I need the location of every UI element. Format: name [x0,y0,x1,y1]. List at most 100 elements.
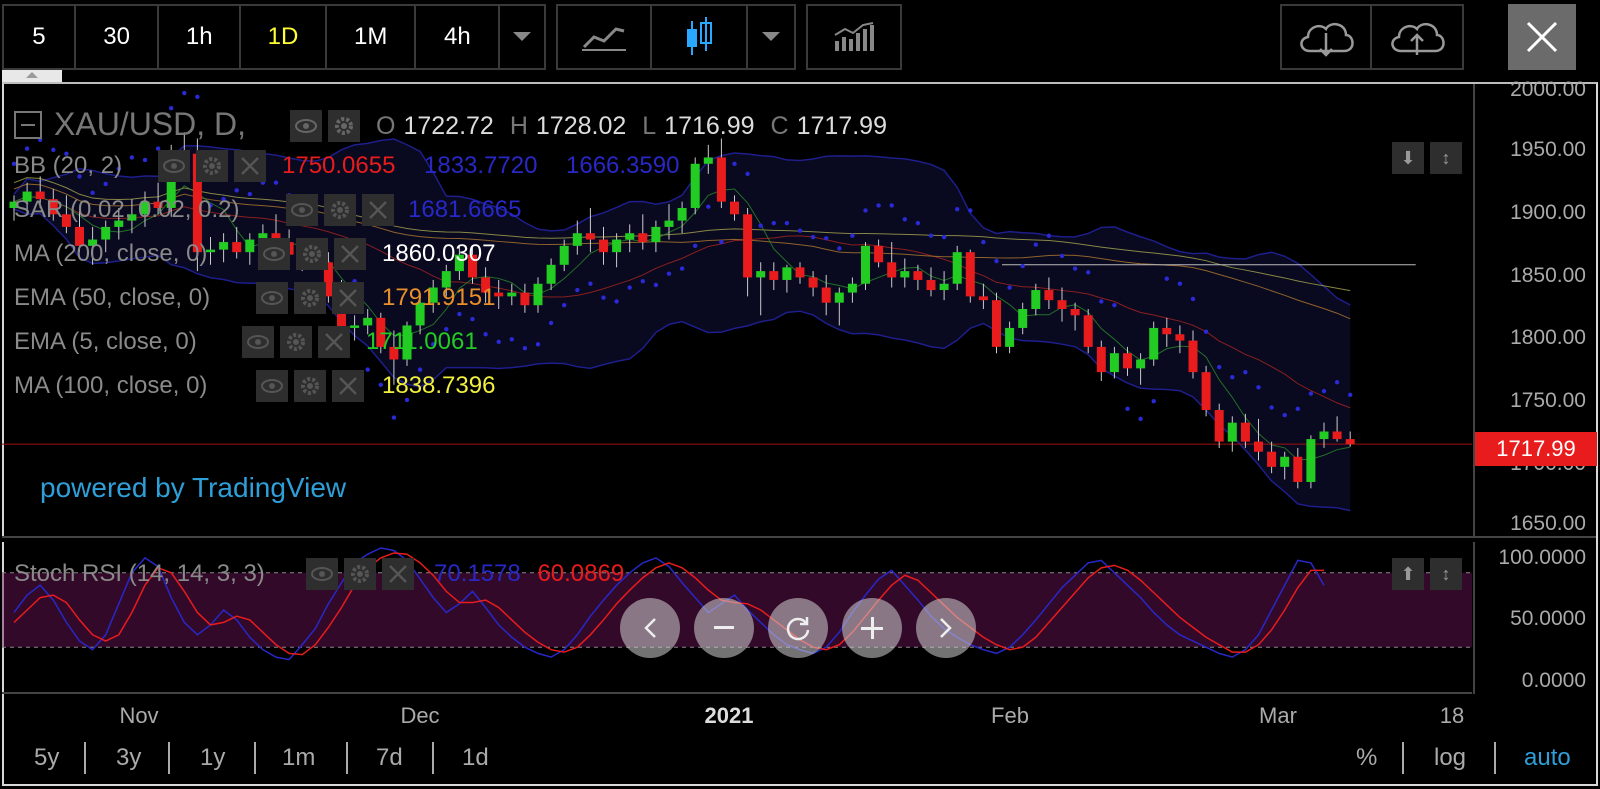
visibility-eye-icon[interactable] [256,370,288,402]
settings-gear-icon[interactable] [328,110,360,142]
sar-dot [614,299,619,304]
range-1d-button[interactable]: 1d [462,744,489,772]
reset-zoom-button[interactable] [768,598,828,658]
cloud-button-group [1280,4,1464,70]
candle-body [101,226,111,240]
sar-dot [1348,392,1353,398]
remove-x-icon[interactable] [334,238,366,270]
zoom-in-button[interactable] [842,598,902,658]
settings-gear-icon[interactable] [294,370,326,402]
cloud-download-button[interactable] [1282,6,1372,68]
interval-30-button[interactable]: 30 [76,6,160,68]
sar-dot [627,285,632,290]
visibility-eye-icon[interactable] [286,194,318,226]
sar-dot [1256,385,1261,390]
sar-dot [90,190,95,196]
indicator-legend: SAR (0.02, 0.02, 0.2) [14,196,239,224]
close-button[interactable] [1508,4,1576,70]
candle-body [978,296,988,301]
interval-5-button[interactable]: 5 [4,6,76,68]
price-tick-label: 2000.00 [1510,78,1586,101]
remove-x-icon[interactable] [332,370,364,402]
candle-body [1293,456,1303,483]
remove-x-icon[interactable] [382,558,414,590]
candle-body [730,201,739,215]
chevron-down-icon [762,32,780,41]
sar-dot [1308,391,1314,396]
open-value: 1722.72 [403,112,494,140]
candle-body [1096,346,1106,373]
sar-dot [575,287,580,293]
scroll-left-button[interactable] [620,598,680,658]
candle-body [834,292,844,303]
visibility-eye-icon[interactable] [256,282,288,314]
stoch-d-value: 60.0869 [537,560,625,587]
candle-body [559,245,569,265]
x-tick-label: 18 [1439,703,1465,728]
visibility-eye-icon[interactable] [290,110,322,142]
expand-vertical-icon[interactable]: ↕ [1430,142,1462,174]
interval-1h-button[interactable]: 1h [159,6,242,68]
candle-body [1070,309,1080,316]
expand-vertical-icon[interactable]: ↕ [1430,558,1462,590]
price-axis-divider [1473,84,1475,694]
visibility-eye-icon[interactable] [242,326,274,358]
auto-scale-button[interactable]: auto [1524,744,1571,772]
sar-dot [955,207,960,212]
sar-dot [653,282,659,288]
interval-1m-button[interactable]: 1M [327,6,417,68]
range-1m-button[interactable]: 1m [282,744,315,772]
sar-dot [876,203,881,208]
candle-body [808,277,818,288]
remove-x-icon[interactable] [318,326,350,358]
range-5y-button[interactable]: 5y [34,744,59,772]
chevron-left-icon [644,618,656,638]
visibility-eye-icon[interactable] [306,558,338,590]
candle [992,292,1001,354]
settings-gear-icon[interactable] [344,558,376,590]
percent-scale-button[interactable]: % [1356,744,1377,772]
interval-1d-button[interactable]: 1D [241,6,327,68]
interval-dropdown-button[interactable] [500,6,544,68]
x-axis-line [2,692,1472,694]
candle-body [795,267,805,278]
chart-type-dropdown-button[interactable] [748,6,794,68]
visibility-eye-icon[interactable] [258,238,290,270]
remove-x-icon[interactable] [362,194,394,226]
range-3y-button[interactable]: 3y [116,744,141,772]
sar-dot [129,155,135,160]
arrow-down-icon[interactable]: ⬇ [1392,142,1424,174]
sar-dot [1164,276,1170,281]
toolbar-collapse-tab[interactable] [2,70,62,82]
interval-4h-button[interactable]: 4h [416,6,501,68]
candlestick-chart-button[interactable] [652,6,748,68]
high-key: H [509,112,528,140]
indicators-button[interactable] [808,6,900,68]
settings-gear-icon[interactable] [294,282,326,314]
remove-x-icon[interactable] [234,150,266,182]
settings-gear-icon[interactable] [324,194,356,226]
settings-gear-icon[interactable] [280,326,312,358]
remove-x-icon[interactable] [332,282,364,314]
collapse-legend-icon[interactable] [14,110,42,139]
range-1y-button[interactable]: 1y [200,744,225,772]
range-7d-button[interactable]: 7d [376,744,403,772]
candle-body [494,292,504,297]
log-scale-button[interactable]: log [1434,744,1466,772]
candle-body [363,317,373,326]
settings-gear-icon[interactable] [296,238,328,270]
candle [1083,309,1093,354]
tradingview-watermark[interactable]: powered by TradingView [40,472,346,504]
candle-body [965,252,975,297]
line-chart-button[interactable] [558,6,652,68]
arrow-up-icon[interactable]: ⬆ [1392,558,1424,590]
cloud-upload-button[interactable] [1372,6,1462,68]
x-tick-label: Mar [1259,703,1297,728]
zoom-out-button[interactable] [694,598,754,658]
candle-body [900,271,910,278]
scroll-right-button[interactable] [916,598,976,658]
visibility-eye-icon[interactable] [158,150,190,182]
settings-gear-icon[interactable] [196,150,228,182]
indicator-value: 1711.0061 [366,328,478,355]
x-tick-label: Nov [119,703,159,728]
